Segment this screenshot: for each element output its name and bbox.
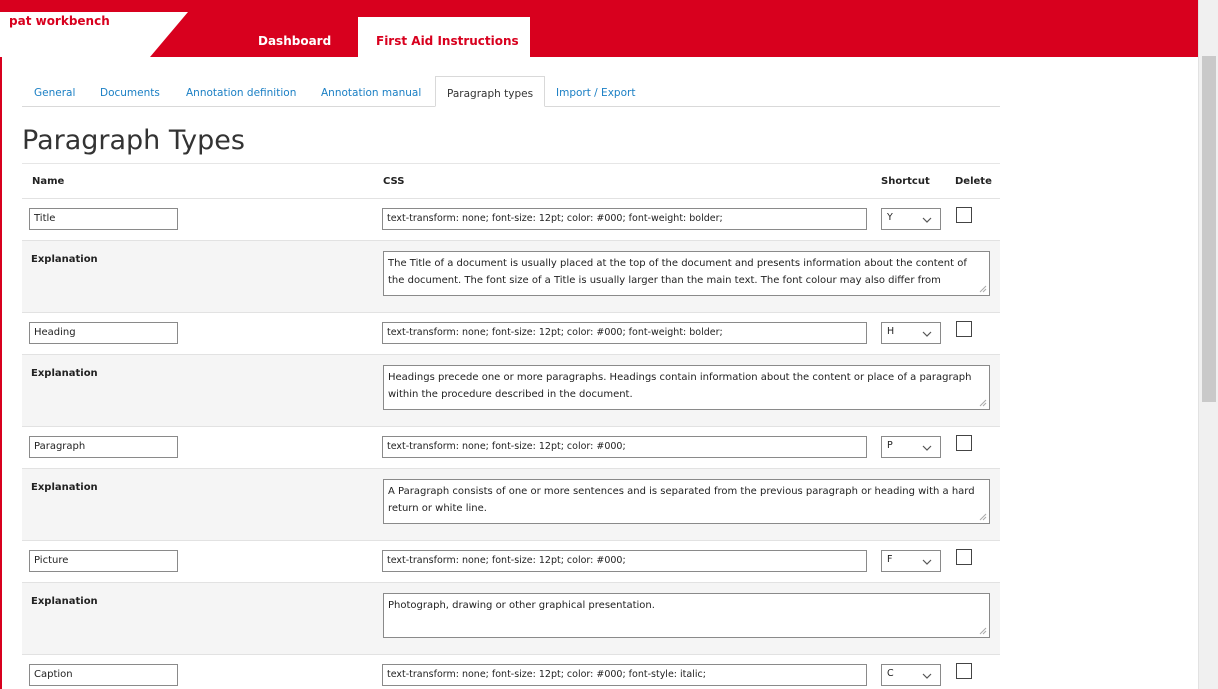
delete-checkbox[interactable] <box>956 435 972 451</box>
chevron-down-icon <box>922 559 932 565</box>
paragraph-type-row: Picture text-transform: none; font-size:… <box>22 540 1000 582</box>
chevron-down-icon <box>922 673 932 679</box>
nav-dashboard-link[interactable]: Dashboard <box>258 34 331 48</box>
resize-grip-icon[interactable] <box>979 285 987 293</box>
top-nav-bar <box>0 0 1198 57</box>
explanation-label: Explanation <box>31 368 98 379</box>
shortcut-select[interactable]: C <box>881 664 941 686</box>
explanation-text: A Paragraph consists of one or more sent… <box>388 486 975 514</box>
name-input[interactable]: Picture <box>29 550 178 572</box>
tab-documents[interactable]: Documents <box>100 87 160 99</box>
css-input[interactable]: text-transform: none; font-size: 12pt; c… <box>382 550 867 572</box>
brand-logo-text[interactable]: pat workbench <box>9 14 110 28</box>
shortcut-select[interactable]: F <box>881 550 941 572</box>
explanation-textarea[interactable]: Photograph, drawing or other graphical p… <box>383 593 990 638</box>
explanation-textarea[interactable]: Headings precede one or more paragraphs.… <box>383 365 990 410</box>
name-input[interactable]: Title <box>29 208 178 230</box>
css-input[interactable]: text-transform: none; font-size: 12pt; c… <box>382 322 867 344</box>
column-header-css: CSS <box>383 176 405 187</box>
page-title: Paragraph Types <box>22 125 245 156</box>
shortcut-select[interactable]: Y <box>881 208 941 230</box>
paragraph-type-row: Title text-transform: none; font-size: 1… <box>22 198 1000 240</box>
explanation-row: Explanation Photograph, drawing or other… <box>22 582 1000 654</box>
css-input[interactable]: text-transform: none; font-size: 12pt; c… <box>382 436 867 458</box>
shortcut-value: P <box>887 440 893 451</box>
column-header-shortcut: Shortcut <box>881 176 930 187</box>
delete-checkbox[interactable] <box>956 663 972 679</box>
tab-annotation-manual[interactable]: Annotation manual <box>321 87 421 99</box>
resize-grip-icon[interactable] <box>979 513 987 521</box>
column-header-name: Name <box>32 176 65 187</box>
tab-import-export[interactable]: Import / Export <box>556 87 635 99</box>
explanation-text: Photograph, drawing or other graphical p… <box>388 600 655 611</box>
vertical-scrollbar[interactable] <box>1198 0 1218 689</box>
shortcut-value: C <box>887 668 894 679</box>
explanation-textarea[interactable]: A Paragraph consists of one or more sent… <box>383 479 990 524</box>
delete-checkbox[interactable] <box>956 321 972 337</box>
nav-tab-label: First Aid Instructions <box>376 34 519 48</box>
resize-grip-icon[interactable] <box>979 399 987 407</box>
left-border <box>0 57 2 689</box>
explanation-label: Explanation <box>31 482 98 493</box>
delete-checkbox[interactable] <box>956 207 972 223</box>
tab-general[interactable]: General <box>34 87 75 99</box>
explanation-row: Explanation Headings precede one or more… <box>22 354 1000 426</box>
paragraph-type-row: Caption text-transform: none; font-size:… <box>22 654 1000 689</box>
shortcut-select[interactable]: P <box>881 436 941 458</box>
chevron-down-icon <box>922 331 932 337</box>
explanation-label: Explanation <box>31 596 98 607</box>
name-input[interactable]: Paragraph <box>29 436 178 458</box>
shortcut-value: F <box>887 554 893 565</box>
sub-tab-bar: General Documents Annotation definition … <box>22 76 1000 107</box>
shortcut-value: H <box>887 326 895 337</box>
chevron-down-icon <box>922 217 932 223</box>
explanation-text: The Title of a document is usually place… <box>388 258 967 286</box>
css-input[interactable]: text-transform: none; font-size: 12pt; c… <box>382 208 867 230</box>
chevron-down-icon <box>922 445 932 451</box>
nav-tab-first-aid-instructions[interactable]: First Aid Instructions <box>358 17 530 57</box>
tab-paragraph-types[interactable]: Paragraph types <box>435 76 546 107</box>
css-input[interactable]: text-transform: none; font-size: 12pt; c… <box>382 664 867 686</box>
shortcut-select[interactable]: H <box>881 322 941 344</box>
name-input[interactable]: Heading <box>29 322 178 344</box>
explanation-textarea[interactable]: The Title of a document is usually place… <box>383 251 990 296</box>
name-input[interactable]: Caption <box>29 664 178 686</box>
column-header-delete: Delete <box>955 176 992 187</box>
paragraph-type-row: Paragraph text-transform: none; font-siz… <box>22 426 1000 468</box>
explanation-label: Explanation <box>31 254 98 265</box>
scrollbar-thumb[interactable] <box>1202 56 1216 402</box>
explanation-row: Explanation A Paragraph consists of one … <box>22 468 1000 540</box>
explanation-row: Explanation The Title of a document is u… <box>22 240 1000 312</box>
explanation-text: Headings precede one or more paragraphs.… <box>388 372 972 400</box>
tab-annotation-definition[interactable]: Annotation definition <box>186 87 296 99</box>
delete-checkbox[interactable] <box>956 549 972 565</box>
resize-grip-icon[interactable] <box>979 627 987 635</box>
paragraph-type-row: Heading text-transform: none; font-size:… <box>22 312 1000 354</box>
shortcut-value: Y <box>887 212 893 223</box>
divider <box>22 163 1000 164</box>
